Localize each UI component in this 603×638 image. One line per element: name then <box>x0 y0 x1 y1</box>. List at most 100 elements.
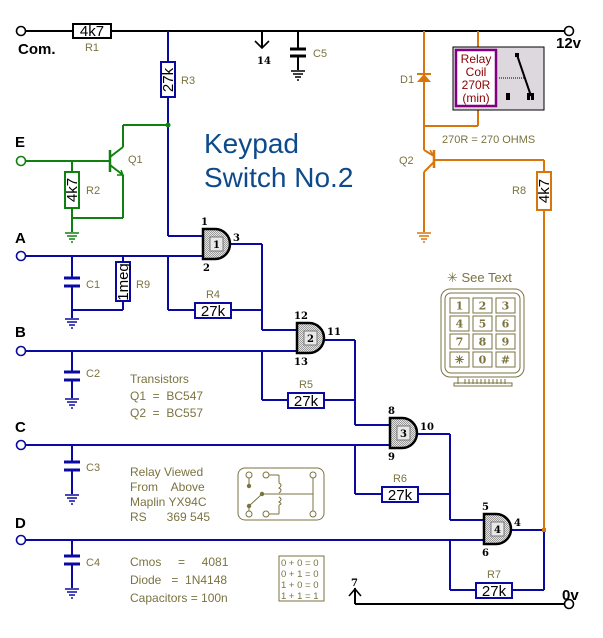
keypad-key-label: 8 <box>479 336 487 349</box>
keypad-key: 5 <box>472 315 493 332</box>
r8-label: R8 <box>512 185 526 197</box>
r2-value: 4k7 <box>64 178 81 202</box>
keypad-key: 1 <box>449 297 470 314</box>
gate4-pin-out: 4 <box>514 518 521 529</box>
truth-table-row: 1 + 0 = 0 <box>281 580 319 591</box>
resistor-r2: 4k7 R2 <box>64 171 100 209</box>
relay-view-line1: Relay Viewed <box>130 465 203 479</box>
relay-text-4: (min) <box>462 91 489 105</box>
relay-view-note: Relay Viewed From Above Maplin YX94C RS … <box>130 465 210 524</box>
keypad-key-label: 2 <box>479 300 487 313</box>
gate1-pin-in-a: 1 <box>201 217 208 228</box>
r5-label: R5 <box>299 379 313 391</box>
r2-label: R2 <box>86 185 100 197</box>
gate2-pin-in-a: 12 <box>294 311 308 322</box>
relay-text-1: Relay <box>461 52 492 66</box>
keypad-key: 3 <box>495 297 516 314</box>
terminal-d[interactable] <box>15 534 27 546</box>
and-gate-1: 1 1 2 3 <box>201 217 240 274</box>
capacitor-plates <box>64 276 80 566</box>
transistor-note-title: Transistors <box>130 372 189 386</box>
ground-q2 <box>417 232 431 243</box>
ground-c5 <box>291 70 305 81</box>
terminal-com[interactable] <box>15 25 27 37</box>
relay-pinout-diagram <box>237 467 325 521</box>
keypad-key: 6 <box>495 315 516 332</box>
c4-label: C4 <box>86 557 100 569</box>
keypad-key-label: 5 <box>479 318 487 331</box>
0v-label: 0v <box>562 587 579 604</box>
r4-value: 27k <box>201 303 226 320</box>
r4-label: R4 <box>206 289 220 301</box>
junction-g4-out <box>542 528 546 532</box>
input-e-label: E <box>15 134 25 151</box>
relay-view-line4: RS 369 545 <box>130 510 210 524</box>
keypad-key: 4 <box>449 315 470 332</box>
keypad-key: 2 <box>472 297 493 314</box>
12v-label: 12v <box>556 35 582 52</box>
terminal-b[interactable] <box>15 345 27 357</box>
relay-box: Relay Coil 270R (min) <box>452 46 545 111</box>
truth-table-row: 1 + 1 = 1 <box>281 591 319 602</box>
truth-table-row: 0 + 1 = 0 <box>281 569 319 580</box>
resistor-r3: 27k R3 <box>160 31 195 236</box>
keypad-key: # <box>495 351 516 368</box>
truth-table-row: 0 + 0 = 0 <box>281 558 319 569</box>
r3-label: R3 <box>181 75 195 87</box>
gate1-number: 1 <box>213 240 220 251</box>
r7-value: 27k <box>482 583 507 600</box>
terminal-c[interactable] <box>15 439 27 451</box>
keypad-keys: 1 2 3 4 5 6 7 8 9 ✳ 0 # <box>449 297 516 368</box>
keypad-key-label: 7 <box>456 336 464 349</box>
ground-q1 <box>65 232 79 243</box>
circuit-schematic: 4k7 R1 27k R3 4k7 R2 Q1 Com. 12v 0v 14 7 <box>15 23 582 610</box>
input-c-label: C <box>15 419 26 436</box>
resistor-r1: 4k7 R1 <box>72 23 112 54</box>
r6-label: R6 <box>393 473 407 485</box>
resistor-r5: 27k R5 <box>287 379 325 410</box>
title-line1: Keypad <box>204 128 299 159</box>
ohms-note: 270R = 270 OHMS <box>442 134 535 146</box>
input-b-label: B <box>15 324 26 341</box>
input-d-label: D <box>15 515 26 532</box>
parts-note-capacitors: Capacitors = 100n <box>130 591 228 605</box>
gate4-number: 4 <box>494 525 501 536</box>
gate4-pin-in-b: 6 <box>482 548 489 559</box>
keypad-key-label: ✳ <box>455 354 464 367</box>
c3-label: C3 <box>86 462 100 474</box>
gate2-number: 2 <box>307 334 314 345</box>
terminal-a[interactable] <box>15 250 27 262</box>
gate3-number: 3 <box>400 429 407 440</box>
parts-note-diode: Diode = 1N4148 <box>130 573 227 587</box>
gate2-pin-in-b: 13 <box>294 357 308 368</box>
resistor-r7: 27k R7 <box>475 569 513 600</box>
r7-label: R7 <box>487 569 501 581</box>
keypad-key-label: 0 <box>479 354 487 367</box>
r9-label: R9 <box>136 279 150 291</box>
c1-label: C1 <box>86 279 100 291</box>
r1-value: 4k7 <box>80 23 104 40</box>
title-line2: Switch No.2 <box>204 162 353 193</box>
keypad-key-label: 3 <box>502 300 510 313</box>
r5-value: 27k <box>294 393 319 410</box>
r3-value: 27k <box>160 67 177 92</box>
terminal-e[interactable] <box>15 155 27 167</box>
resistor-r8: 4k7 R8 <box>512 171 553 211</box>
keypad-key: 0 <box>472 351 493 368</box>
keypad-key: ✳ <box>449 351 470 368</box>
keypad-key-label: # <box>501 354 510 367</box>
q1-junction <box>165 122 171 128</box>
r8-value: 4k7 <box>536 179 553 203</box>
resistor-r6: 27k R6 <box>381 473 419 504</box>
keypad-key-label: 9 <box>502 336 510 349</box>
q2-label: Q2 <box>399 155 414 167</box>
gate3-pin-out: 10 <box>420 422 434 433</box>
com-label: Com. <box>18 41 56 58</box>
q1-circuit <box>25 124 168 232</box>
see-text-note: ✳ See Text <box>447 270 512 285</box>
relay-view-line3: Maplin YX94C <box>130 495 207 509</box>
parts-note-cmos: Cmos = 4081 <box>130 555 229 569</box>
parts-note: Cmos = 4081 Diode = 1N4148 Capacitors = … <box>130 555 229 605</box>
keypad-key-label: 1 <box>456 300 464 313</box>
resistor-r4: 27k R4 <box>194 289 232 320</box>
